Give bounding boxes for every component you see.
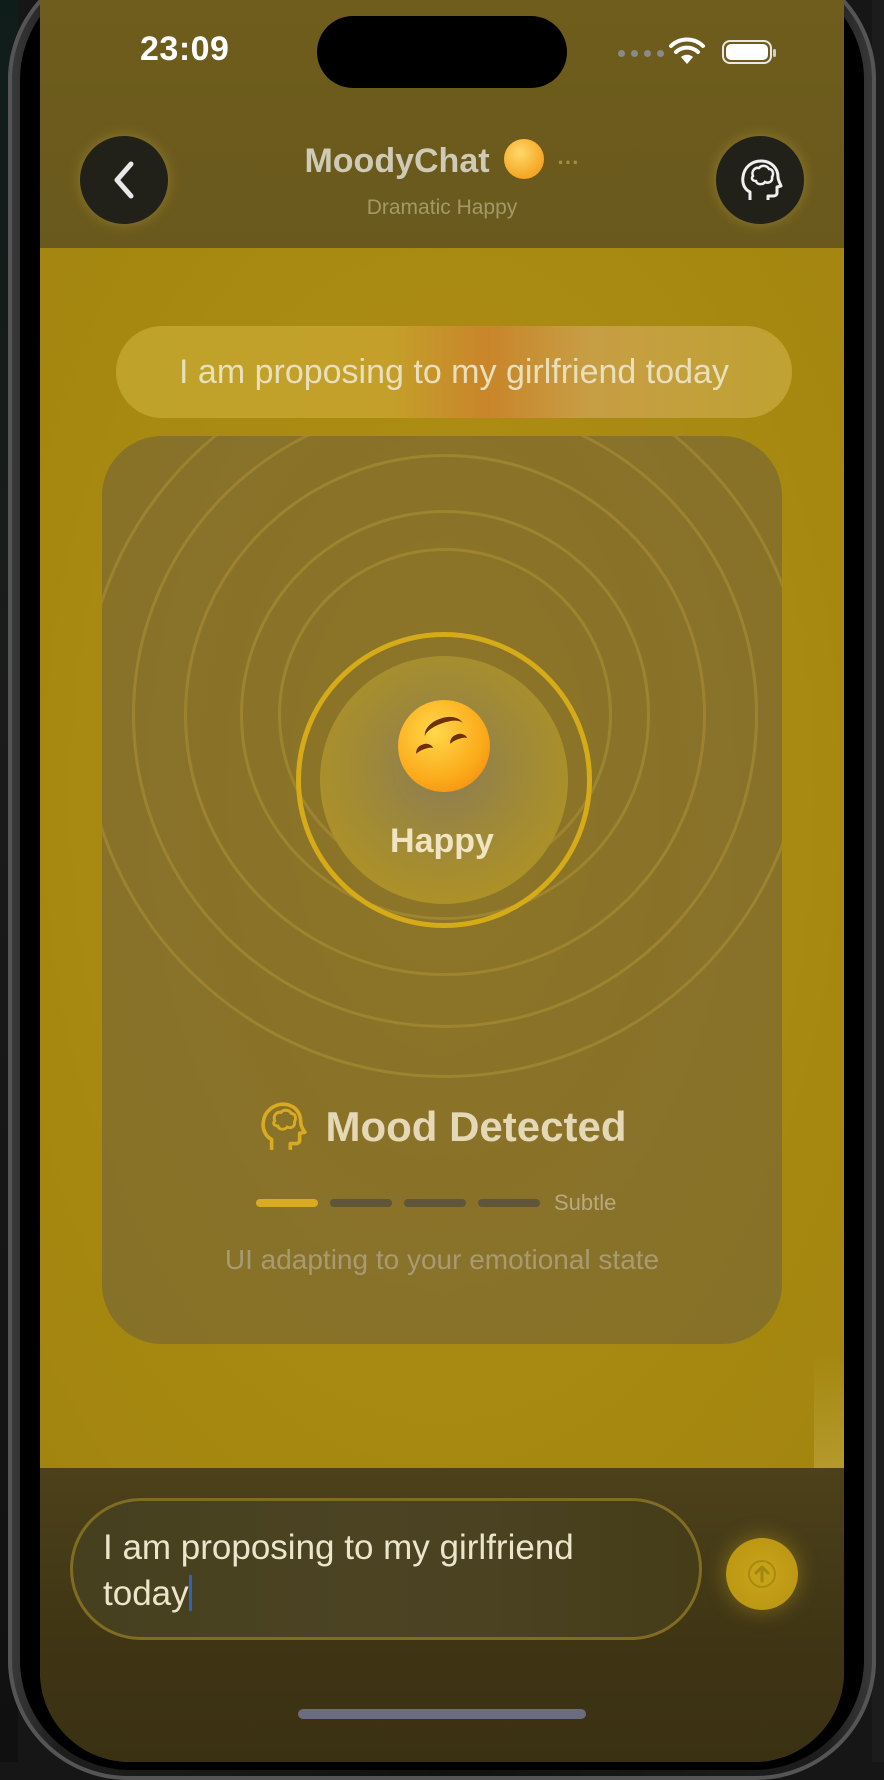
composer-bar: I am proposing to my girlfriend today <box>40 1468 844 1762</box>
typing-dots-icon: ··· <box>557 150 580 176</box>
head-brain-icon <box>741 159 783 200</box>
wifi-icon <box>669 37 705 64</box>
mood-detected-header: Mood Detected <box>102 1100 782 1154</box>
relieved-face-emoji-icon <box>398 700 490 792</box>
intensity-segment <box>404 1199 466 1207</box>
intensity-segment <box>256 1199 318 1207</box>
arrow-up-icon <box>748 1560 776 1588</box>
intensity-segment <box>330 1199 392 1207</box>
mood-detected-title: Mood Detected <box>325 1103 627 1150</box>
app-screen: 23:09 MoodyChat··· Dramatic Happy I am <box>40 0 844 1762</box>
adapting-status-text: UI adapting to your emotional state <box>224 1244 660 1275</box>
intensity-segment <box>478 1199 540 1207</box>
chat-area: I am proposing to my girlfriend today Ha… <box>40 248 844 1468</box>
status-time: 23:09 <box>140 30 230 68</box>
send-button[interactable] <box>726 1538 798 1610</box>
message-text: I am proposing to my girlfriend today <box>179 352 729 391</box>
mood-detected-card: Happy Mood Detected Subtle UI adapting t… <box>102 436 782 1344</box>
top-bar: 23:09 MoodyChat ··· Dramatic Happy <box>40 0 844 248</box>
mood-brain-button[interactable] <box>716 136 804 224</box>
message-input-text: I am proposing to my girlfriend today <box>103 1525 669 1617</box>
head-brain-icon <box>261 1102 308 1150</box>
cellular-signal-icon <box>618 50 664 57</box>
home-indicator <box>298 1709 586 1719</box>
smiling-face-icon <box>503 139 544 180</box>
message-input-line-2: today <box>103 1574 189 1613</box>
battery-icon <box>722 40 776 64</box>
dynamic-island <box>317 16 567 88</box>
intensity-label: Subtle <box>554 1190 617 1215</box>
mood-label: Happy <box>390 822 494 860</box>
text-caret <box>188 1575 192 1611</box>
message-input[interactable]: I am proposing to my girlfriend today <box>70 1498 702 1640</box>
message-bubble[interactable]: I am proposing to my girlfriend today <box>116 326 792 418</box>
message-input-line-1: I am proposing to my girlfriend <box>103 1528 574 1567</box>
intensity-meter: Subtle <box>256 1190 616 1216</box>
app-title: MoodyChat <box>304 142 490 180</box>
